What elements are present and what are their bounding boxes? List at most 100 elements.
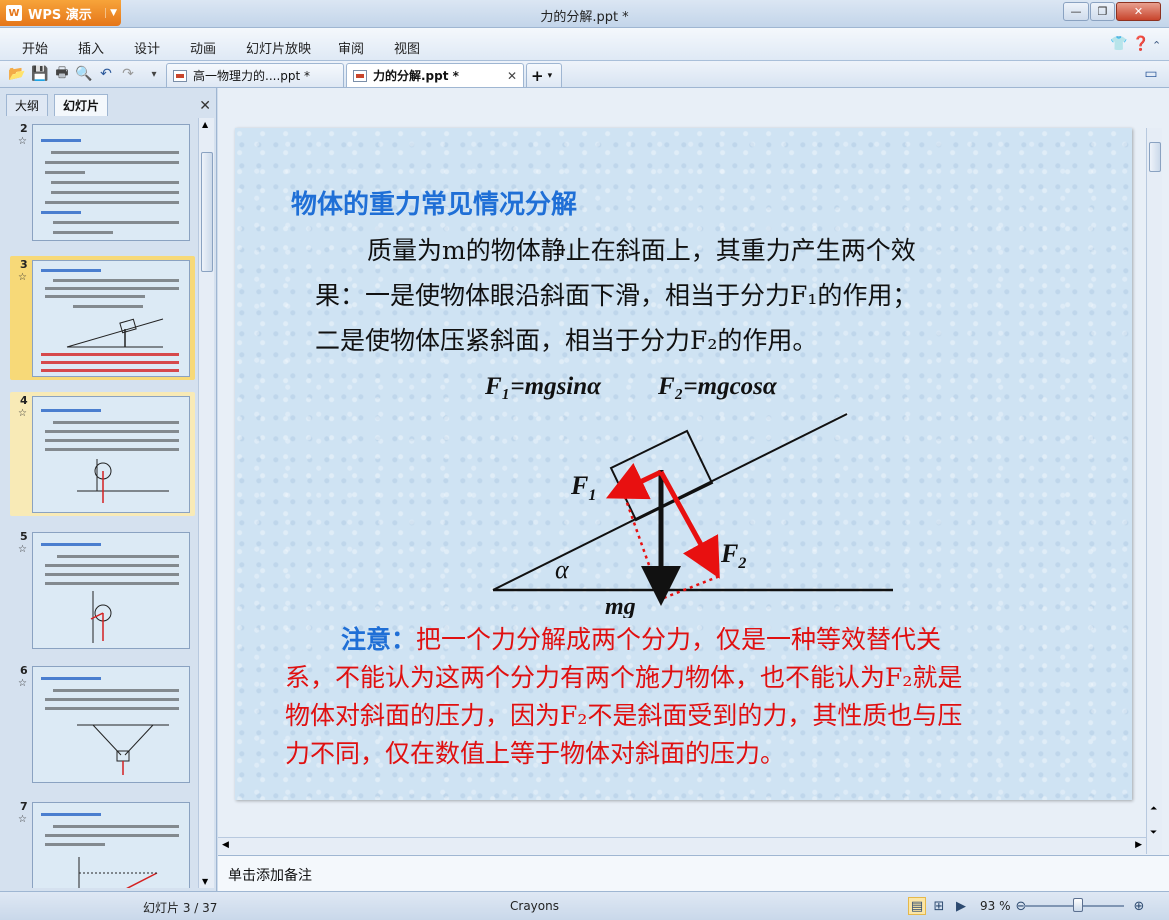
close-tab-icon[interactable]: ✕ — [507, 69, 517, 83]
status-bar: 幻灯片 3 / 37 Crayons ▤ ⊞ ▶ 93 % ⊖ ⊕ — [0, 891, 1169, 920]
thumbnail-scrollbar[interactable]: ▲ ▼ — [198, 118, 214, 888]
open-icon[interactable]: 📂 — [8, 65, 26, 83]
tab-outline[interactable]: 大纲 — [6, 94, 49, 116]
undo-icon[interactable]: ↶ — [97, 65, 115, 83]
animation-star-icon: ☆ — [18, 678, 27, 689]
tab-outline-label: 大纲 — [15, 99, 40, 113]
close-panel-icon[interactable]: ✕ — [199, 98, 211, 114]
scrollbar-thumb[interactable] — [1149, 142, 1161, 172]
tab-document-2[interactable]: 力的分解.ppt * ✕ — [346, 63, 524, 87]
tab-slides-label: 幻灯片 — [63, 99, 100, 113]
minimize-button[interactable]: — — [1063, 2, 1089, 21]
slide-preview — [32, 802, 190, 888]
slide-preview — [32, 666, 190, 783]
dropdown-arrow-icon: ▼ — [105, 8, 117, 18]
thumbnail-list: 2 ☆ 3 ☆ 4 ☆ 5 ☆ 6 ☆ 7 ☆ — [0, 116, 198, 888]
skin-icon[interactable]: 👕 — [1110, 36, 1127, 52]
slide-canvas[interactable]: 物体的重力常见情况分解 质量为m的物体静止在斜面上，其重力产生两个效 果：一是使… — [235, 128, 1132, 800]
label-f1: F1 — [570, 471, 596, 504]
slide-title[interactable]: 物体的重力常见情况分解 — [291, 184, 577, 221]
slide-vertical-scrollbar[interactable]: ⏶ ⏷ — [1146, 128, 1162, 854]
new-tab-button[interactable]: + ▾ — [526, 63, 562, 87]
formula-f1[interactable]: F₁=mgsinα — [485, 373, 601, 401]
scroll-right-icon[interactable]: ▶ — [1135, 840, 1142, 850]
animation-star-icon: ☆ — [18, 814, 27, 825]
label-alpha: α — [555, 555, 570, 584]
f2-arrow — [658, 470, 720, 579]
slide-number: 4 — [20, 394, 28, 407]
help-icon[interactable]: ❓ — [1132, 36, 1149, 52]
note-line-2: 系，不能认为这两个分力有两个施力物体，也不能认为F₂就是 — [285, 663, 963, 692]
panel-tabs: 大纲 幻灯片 ✕ — [0, 92, 217, 116]
scroll-left-icon[interactable]: ◀ — [222, 840, 229, 850]
menu-animation[interactable]: 动画 — [190, 38, 216, 57]
menu-bar: 开始 插入 设计 动画 幻灯片放映 审阅 视图 👕 ❓ ⌃ — [0, 28, 1169, 61]
window-list-icon[interactable]: ▭ — [1142, 65, 1160, 83]
tab-label: 力的分解.ppt * — [373, 69, 459, 83]
ppt-file-icon — [173, 69, 187, 82]
slide-counter: 幻灯片 3 / 37 — [143, 901, 218, 915]
wps-app-button[interactable]: W WPS 演示 ▼ — [0, 0, 121, 26]
theme-name: Crayons — [510, 899, 559, 913]
body-line-1: 质量为m的物体静止在斜面上，其重力产生两个效 — [315, 228, 1045, 273]
print-preview-icon[interactable]: 🔍 — [75, 65, 93, 83]
customize-toolbar-icon[interactable]: ▾ — [145, 65, 163, 83]
redo-icon[interactable]: ↷ — [119, 65, 137, 83]
body-line-3: 二是使物体压紧斜面，相当于分力F₂的作用。 — [315, 326, 818, 355]
scroll-down-icon[interactable]: ▼ — [202, 877, 208, 886]
menu-review[interactable]: 审阅 — [338, 38, 364, 57]
slide-number: 5 — [20, 530, 28, 543]
scroll-up-icon[interactable]: ▲ — [202, 120, 208, 129]
quick-access-toolbar: 📂 💾 🖶 🔍 ↶ ↷ ▾ 高一物理力的....ppt * 力的分解.ppt *… — [0, 61, 1169, 88]
incline-line — [492, 413, 848, 591]
next-slide-icon[interactable]: ⏷ — [1150, 828, 1157, 838]
previous-slide-icon[interactable]: ⏶ — [1150, 804, 1157, 814]
slides-panel: 大纲 幻灯片 ✕ 2 ☆ 3 ☆ 4 ☆ 5 ☆ 6 ☆ 7 ☆ ▲ ▼ — [0, 88, 217, 891]
slide-number: 3 — [20, 258, 28, 271]
close-icon: ✕ — [1133, 5, 1144, 18]
note-text[interactable]: 注意：把一个力分解成两个分力，仅是一种等效替代关 系，不能认为这两个分力有两个施… — [285, 621, 1100, 773]
menu-slideshow[interactable]: 幻灯片放映 — [246, 38, 311, 57]
body-line-1-text: 质量为m的物体静止在斜面上，其重力产生两个效 — [367, 236, 916, 265]
slide-preview — [32, 124, 190, 241]
zoom-level: 93 % — [980, 899, 1011, 913]
close-button[interactable]: ✕ — [1116, 2, 1161, 21]
tab-label: 高一物理力的....ppt * — [193, 69, 311, 83]
notes-pane[interactable]: 单击添加备注 — [218, 855, 1169, 891]
tab-document-1[interactable]: 高一物理力的....ppt * — [166, 63, 344, 87]
incline-diagram[interactable]: F1 F2 α mg — [475, 398, 915, 618]
slide-preview — [32, 532, 190, 649]
tab-slides[interactable]: 幻灯片 — [54, 94, 109, 116]
zoom-in-icon[interactable]: ⊕ — [1130, 897, 1148, 915]
ppt-file-icon — [353, 69, 367, 82]
slide-body-text[interactable]: 质量为m的物体静止在斜面上，其重力产生两个效 果：一是使物体眼沿斜面下滑，相当于… — [315, 228, 1045, 363]
slide-horizontal-scrollbar[interactable]: ◀ ▶ — [218, 837, 1146, 854]
body-line-2: 果：一是使物体眼沿斜面下滑，相当于分力F₁的作用； — [315, 281, 918, 310]
note-label: 注意： — [341, 625, 417, 654]
note-line-3: 物体对斜面的压力，因为F₂不是斜面受到的力，其性质也与压 — [285, 701, 963, 730]
minimize-icon: — — [1070, 5, 1082, 18]
slide-number: 6 — [20, 664, 28, 677]
print-icon[interactable]: 🖶 — [53, 65, 71, 83]
maximize-button[interactable]: ❐ — [1090, 2, 1115, 21]
notes-placeholder: 单击添加备注 — [228, 868, 312, 884]
formula-f2[interactable]: F₂=mgcosα — [658, 373, 777, 401]
zoom-slider-handle[interactable] — [1073, 898, 1083, 912]
save-icon[interactable]: 💾 — [31, 65, 49, 83]
ribbon-collapse-icon[interactable]: ⌃ — [1152, 39, 1161, 52]
slide-sorter-icon[interactable]: ⊞ — [930, 897, 948, 915]
scrollbar-thumb[interactable] — [201, 152, 213, 272]
animation-star-icon: ☆ — [18, 408, 27, 419]
window-title: 力的分解.ppt * — [540, 10, 629, 25]
menu-insert[interactable]: 插入 — [78, 38, 104, 57]
note-line-4: 力不同，仅在数值上等于物体对斜面的压力。 — [285, 739, 786, 768]
menu-home[interactable]: 开始 — [22, 38, 48, 57]
slide-number: 2 — [20, 122, 28, 135]
menu-design[interactable]: 设计 — [134, 38, 160, 57]
animation-star-icon: ☆ — [18, 272, 27, 283]
normal-view-icon[interactable]: ▤ — [908, 897, 926, 915]
plus-icon: + — [531, 66, 544, 85]
slideshow-icon[interactable]: ▶ — [952, 897, 970, 915]
label-mg: mg — [605, 594, 636, 618]
menu-view[interactable]: 视图 — [394, 38, 420, 57]
